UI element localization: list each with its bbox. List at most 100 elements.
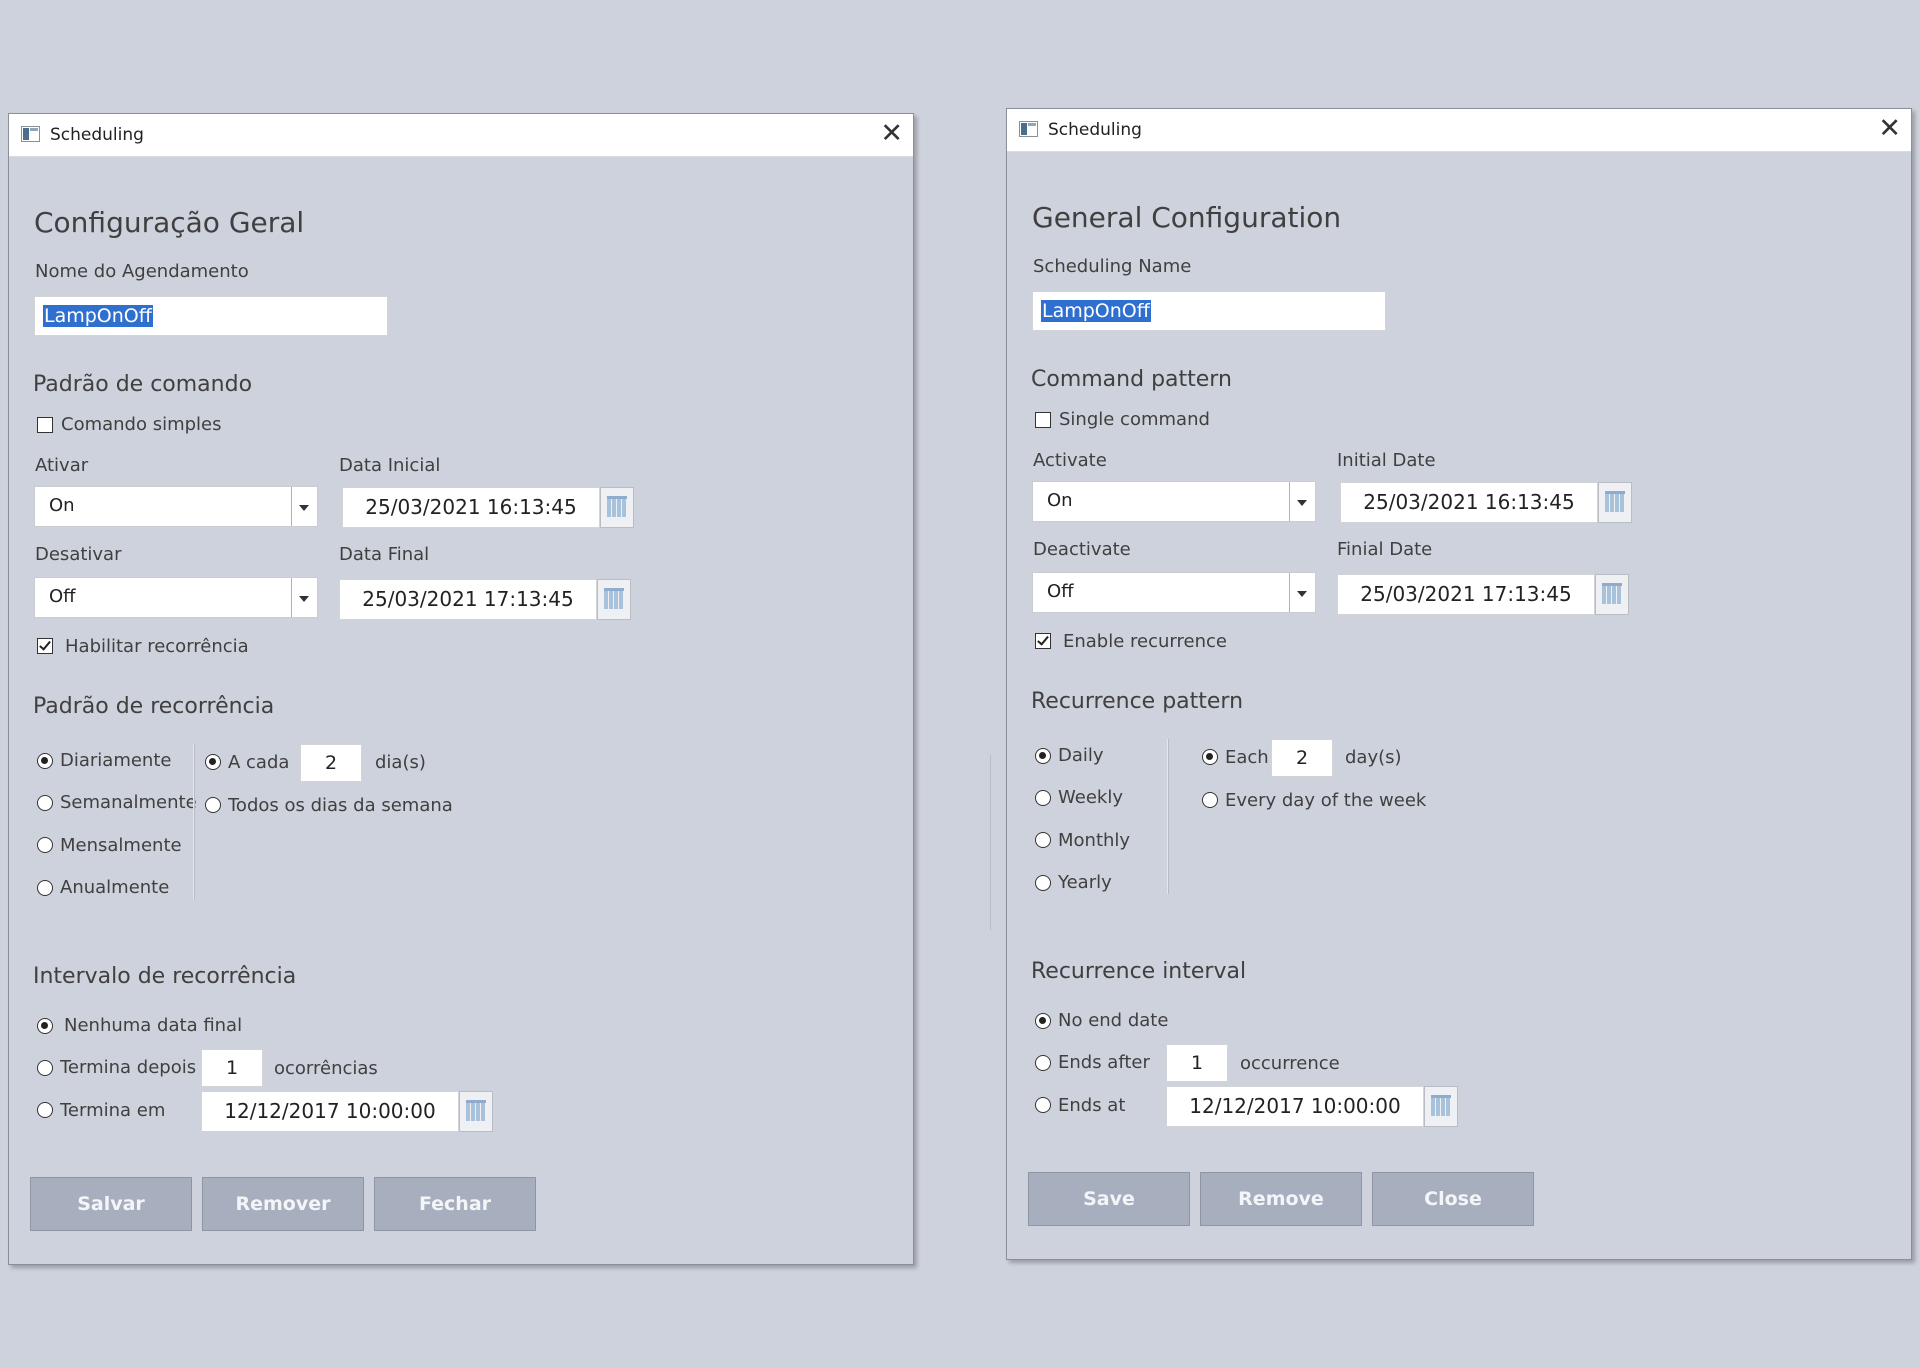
enable-recurrence-checkbox[interactable] (1035, 633, 1051, 649)
separator (1167, 739, 1168, 894)
window-title: Scheduling (50, 125, 144, 145)
initial-date-label: Initial Date (1337, 450, 1436, 471)
ends-at-input[interactable]: 12/12/2017 10:00:00 (1166, 1086, 1424, 1127)
name-input[interactable]: LampOnOff (34, 296, 388, 336)
calendar-icon[interactable] (597, 579, 631, 620)
calendar-icon[interactable] (600, 487, 634, 528)
final-date-label: Finial Date (1337, 539, 1433, 560)
activate-label: Activate (1033, 450, 1107, 471)
command-section-title: Command pattern (1031, 367, 1232, 392)
chevron-down-icon[interactable] (1289, 573, 1315, 612)
each-radio[interactable] (205, 754, 221, 770)
calendar-icon[interactable] (1598, 482, 1632, 523)
deactivate-label: Desativar (35, 544, 122, 565)
ends-at-label: Ends at (1058, 1095, 1126, 1116)
days-unit-label: day(s) (1345, 747, 1402, 768)
deactivate-select[interactable]: Off (34, 577, 318, 618)
activate-select[interactable]: On (34, 486, 318, 527)
single-command-checkbox[interactable] (37, 417, 53, 433)
divider (990, 755, 991, 930)
single-command-label: Single command (1059, 409, 1210, 430)
name-input-value: LampOnOff (43, 305, 153, 327)
days-unit-label: dia(s) (375, 752, 426, 773)
frequency-radio-monthly[interactable] (37, 837, 53, 853)
each-label: Each (1225, 747, 1269, 768)
ends-at-radio[interactable] (37, 1102, 53, 1118)
interval-section-title: Recurrence interval (1031, 959, 1247, 984)
save-button[interactable]: Save (1028, 1172, 1190, 1226)
close-button[interactable]: Fechar (374, 1177, 536, 1231)
enable-recurrence-checkbox[interactable] (37, 638, 53, 654)
frequency-radio-yearly[interactable] (37, 880, 53, 896)
frequency-radio-yearly[interactable] (1035, 875, 1051, 891)
each-days-input[interactable]: 2 (1271, 739, 1333, 777)
page-title: Configuração Geral (34, 206, 305, 239)
title-bar: Scheduling ✕ (1007, 109, 1911, 152)
frequency-radio-monthly[interactable] (1035, 832, 1051, 848)
deactivate-select-value: Off (49, 586, 76, 607)
deactivate-label: Deactivate (1033, 539, 1131, 560)
separator (193, 744, 194, 899)
name-input-value: LampOnOff (1041, 300, 1151, 322)
no-end-date-label: Nenhuma data final (64, 1015, 243, 1036)
activate-select-value: On (1047, 490, 1073, 511)
ends-after-label: Ends after (1058, 1052, 1150, 1073)
frequency-label: Monthly (1058, 830, 1131, 851)
app-icon (1019, 121, 1038, 137)
initial-date-input[interactable]: 25/03/2021 16:13:45 (1340, 482, 1598, 523)
ends-after-input[interactable]: 1 (1166, 1044, 1228, 1082)
ends-after-radio[interactable] (1035, 1055, 1051, 1071)
chevron-down-icon[interactable] (1289, 482, 1315, 521)
calendar-icon[interactable] (459, 1091, 493, 1132)
ends-at-radio[interactable] (1035, 1097, 1051, 1113)
activate-select[interactable]: On (1032, 481, 1316, 522)
close-button[interactable]: Close (1372, 1172, 1534, 1226)
activate-label: Ativar (35, 455, 89, 476)
deactivate-select[interactable]: Off (1032, 572, 1316, 613)
deactivate-select-value: Off (1047, 581, 1074, 602)
interval-section-title: Intervalo de recorrência (33, 964, 297, 989)
calendar-icon[interactable] (1424, 1086, 1458, 1127)
frequency-radio-daily[interactable] (1035, 748, 1051, 764)
each-days-input[interactable]: 2 (300, 744, 362, 782)
name-label: Nome do Agendamento (35, 261, 249, 282)
frequency-radio-weekly[interactable] (1035, 790, 1051, 806)
initial-date-label: Data Inicial (339, 455, 441, 476)
ends-at-input[interactable]: 12/12/2017 10:00:00 (201, 1091, 459, 1132)
ends-after-input[interactable]: 1 (201, 1049, 263, 1087)
frequency-label: Semanalmente (60, 792, 197, 813)
every-weekday-radio[interactable] (1202, 792, 1218, 808)
chevron-down-icon[interactable] (291, 487, 317, 526)
frequency-label: Daily (1058, 745, 1104, 766)
frequency-radio-weekly[interactable] (37, 795, 53, 811)
frequency-label: Diariamente (60, 750, 172, 771)
each-radio[interactable] (1202, 749, 1218, 765)
calendar-icon[interactable] (1595, 574, 1629, 615)
every-weekday-label: Todos os dias da semana (228, 795, 453, 816)
close-icon[interactable]: ✕ (880, 117, 903, 151)
close-icon[interactable]: ✕ (1878, 112, 1901, 146)
command-section-title: Padrão de comando (33, 372, 253, 397)
chevron-down-icon[interactable] (291, 578, 317, 617)
frequency-label: Yearly (1058, 872, 1112, 893)
no-end-date-radio[interactable] (1035, 1013, 1051, 1029)
single-command-label: Comando simples (61, 414, 222, 435)
final-date-input[interactable]: 25/03/2021 17:13:45 (1337, 574, 1595, 615)
name-input[interactable]: LampOnOff (1032, 291, 1386, 331)
ends-after-radio[interactable] (37, 1060, 53, 1076)
initial-date-input[interactable]: 25/03/2021 16:13:45 (342, 487, 600, 528)
title-bar: Scheduling ✕ (9, 114, 913, 157)
frequency-label: Mensalmente (60, 835, 182, 856)
frequency-radio-daily[interactable] (37, 753, 53, 769)
remove-button[interactable]: Remover (202, 1177, 364, 1231)
no-end-date-label: No end date (1058, 1010, 1169, 1031)
scheduling-window-en: Scheduling ✕ General Configuration Sched… (1006, 108, 1912, 1260)
enable-recurrence-label: Habilitar recorrência (65, 636, 249, 657)
remove-button[interactable]: Remove (1200, 1172, 1362, 1226)
single-command-checkbox[interactable] (1035, 412, 1051, 428)
save-button[interactable]: Salvar (30, 1177, 192, 1231)
final-date-label: Data Final (339, 544, 430, 565)
no-end-date-radio[interactable] (37, 1018, 53, 1034)
every-weekday-radio[interactable] (205, 797, 221, 813)
final-date-input[interactable]: 25/03/2021 17:13:45 (339, 579, 597, 620)
